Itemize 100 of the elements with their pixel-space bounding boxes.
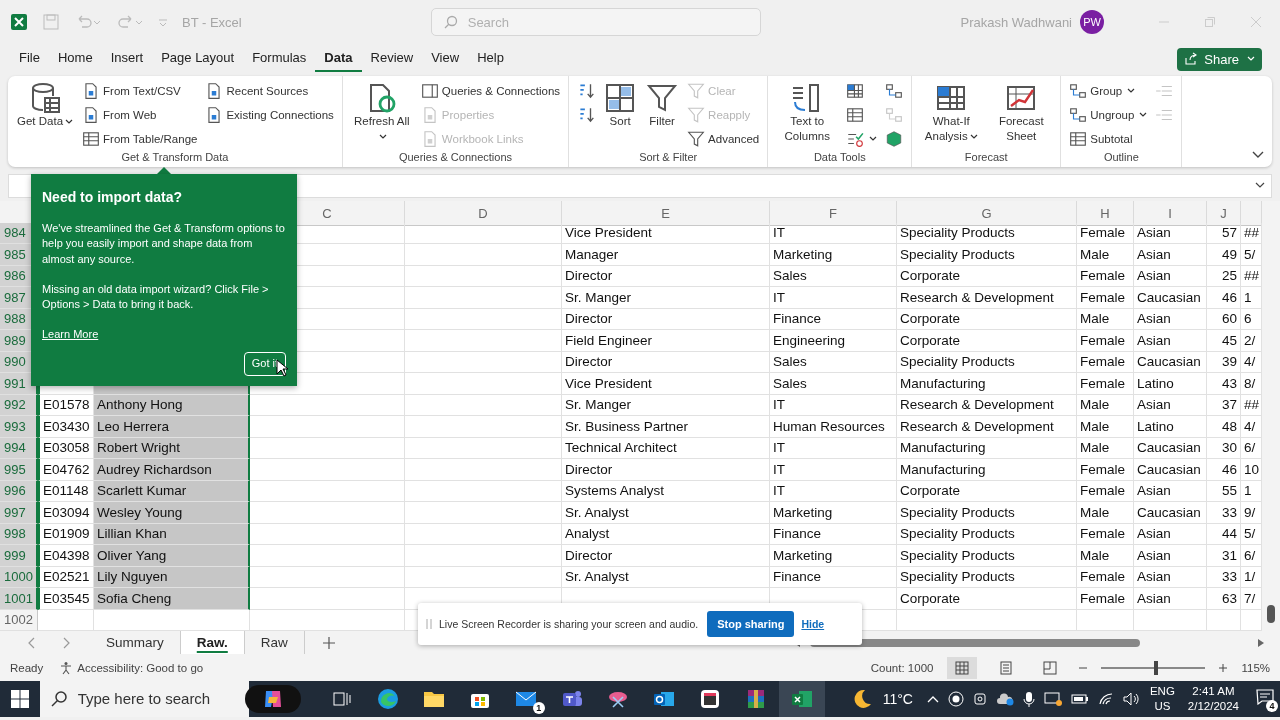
ribbon-button[interactable]: Text to Columns: [774, 80, 841, 151]
cloud-icon[interactable]: [995, 691, 1014, 706]
menu-tab[interactable]: Page Layout: [152, 46, 244, 72]
table-cell: Asian: [1134, 244, 1207, 266]
copilot-button[interactable]: [244, 684, 301, 713]
next-sheet-icon[interactable]: [62, 636, 70, 649]
row-header[interactable]: 994: [0, 437, 38, 459]
windows-icon[interactable]: [10, 689, 29, 708]
zoom-slider[interactable]: [1101, 660, 1206, 675]
column-header[interactable]: E: [562, 201, 770, 226]
table-cell: Sr. Manger: [562, 394, 770, 416]
display-icon[interactable]: [1043, 690, 1062, 707]
menu-tab[interactable]: View: [422, 46, 469, 72]
previous-sheet-icon[interactable]: [28, 636, 36, 649]
ribbon-button[interactable]: From Table/Range: [80, 128, 200, 150]
row-header[interactable]: 996: [0, 480, 38, 502]
table-cell: Female: [1077, 222, 1134, 244]
menu-tab[interactable]: File: [10, 46, 49, 72]
wifi-icon[interactable]: [1097, 691, 1114, 706]
row-header[interactable]: 1000: [0, 566, 38, 588]
battery-icon[interactable]: [1070, 692, 1089, 705]
ribbon-button[interactable]: Advanced: [685, 128, 762, 150]
stop-sharing-button[interactable]: Stop sharing: [707, 611, 795, 637]
table-cell: 57: [1207, 222, 1241, 244]
ribbon-button[interactable]: Sort: [601, 80, 640, 151]
excel-icon[interactable]: [778, 680, 825, 717]
accessibility-status[interactable]: Accessibility: Good to go: [77, 661, 204, 674]
hide-link[interactable]: Hide: [801, 618, 825, 630]
ribbon-button[interactable]: Forecast Sheet: [988, 80, 1055, 151]
table-cell: Engineering: [770, 330, 897, 352]
accessibility-icon[interactable]: [59, 660, 74, 675]
ribbon-button[interactable]: Ungroup: [1067, 104, 1150, 126]
table-cell: Male: [1077, 502, 1134, 524]
ribbon-button[interactable]: From Web: [80, 104, 200, 126]
column-header[interactable]: J: [1207, 201, 1241, 226]
table-cell: Asian: [1134, 394, 1207, 416]
ribbon-button[interactable]: Get Data: [14, 80, 77, 151]
column-header[interactable]: H: [1077, 201, 1134, 226]
ribbon-button[interactable]: From Text/CSV: [80, 80, 200, 102]
sheet-tab[interactable]: Summary: [90, 631, 181, 655]
table-cell: 33: [1207, 502, 1241, 524]
table-cell: Manufacturing: [897, 459, 1077, 481]
row-header[interactable]: 995: [0, 459, 38, 481]
ribbon-button[interactable]: Recent Sources: [203, 80, 336, 102]
taskbar-search-field[interactable]: Type here to search: [39, 680, 249, 717]
user-avatar[interactable]: PW: [1080, 10, 1104, 34]
ribbon-button[interactable]: Group: [1067, 80, 1150, 102]
table-cell: 33: [1207, 566, 1241, 588]
ribbon-button[interactable]: Queries & Connections: [418, 80, 563, 102]
row-header[interactable]: 991: [0, 373, 38, 395]
row-header[interactable]: 999: [0, 545, 38, 567]
caret-icon: [65, 118, 74, 125]
row-header[interactable]: 993: [0, 416, 38, 438]
scroll-right-icon[interactable]: [1258, 638, 1264, 647]
table-cell: Sr. Analyst: [562, 566, 770, 588]
collapse-icon[interactable]: [1252, 151, 1264, 159]
share-button[interactable]: Share: [1177, 47, 1262, 71]
learn-more-link[interactable]: Learn More: [42, 327, 99, 340]
record-icon[interactable]: [947, 690, 964, 707]
row-header[interactable]: 1002: [0, 609, 38, 631]
view-button[interactable]: [947, 656, 978, 679]
ribbon-button[interactable]: Filter: [643, 80, 682, 151]
column-header[interactable]: D: [405, 201, 562, 226]
language-indicator[interactable]: ENG US: [1149, 684, 1175, 713]
zoom-level[interactable]: 115%: [1241, 661, 1270, 674]
sheet-tab[interactable]: Raw: [244, 631, 305, 655]
camera-icon[interactable]: [972, 690, 987, 707]
outline-icon: [885, 82, 904, 100]
row-header[interactable]: 997: [0, 502, 38, 524]
temperature[interactable]: 11°C: [882, 690, 913, 707]
menu-tab[interactable]: Help: [468, 46, 513, 72]
menu-tab[interactable]: Insert: [101, 46, 153, 72]
table-cell: Corporate: [897, 588, 1077, 610]
menu-tab[interactable]: Review: [361, 46, 423, 72]
ribbon-button[interactable]: Subtotal: [1067, 128, 1150, 150]
table-cell: Latino: [1134, 373, 1207, 395]
microphone-icon[interactable]: [1022, 690, 1035, 707]
row-header[interactable]: 1001: [0, 588, 38, 610]
table-cell: Finance: [770, 523, 897, 545]
notification-icon[interactable]: [1256, 689, 1274, 705]
column-header[interactable]: I: [1134, 201, 1207, 226]
column-header[interactable]: F: [770, 201, 897, 226]
column-header[interactable]: G: [897, 201, 1077, 226]
ribbon-button[interactable]: Existing Connections: [203, 104, 336, 126]
drag-handle-icon[interactable]: [426, 618, 432, 630]
menu-tab[interactable]: Data: [315, 46, 362, 72]
sheet-tab[interactable]: Raw.: [180, 631, 245, 655]
vertical-scrollbar[interactable]: [1262, 201, 1280, 631]
menu-tab[interactable]: Home: [48, 46, 102, 72]
speaker-icon[interactable]: [1122, 691, 1141, 706]
ribbon-button[interactable]: What-If Analysis: [918, 80, 985, 151]
row-header[interactable]: 992: [0, 394, 38, 416]
clock[interactable]: 2:41 AM 2/12/2024: [1187, 684, 1239, 713]
table-cell: 37: [1207, 394, 1241, 416]
ribbon-button[interactable]: Refresh All: [348, 80, 415, 151]
menu-tab[interactable]: Formulas: [243, 46, 316, 72]
add-sheet-icon[interactable]: [322, 636, 335, 649]
row-header[interactable]: 998: [0, 523, 38, 545]
zoom-in-icon[interactable]: [1219, 663, 1228, 672]
chevron-up-icon[interactable]: [926, 694, 939, 703]
